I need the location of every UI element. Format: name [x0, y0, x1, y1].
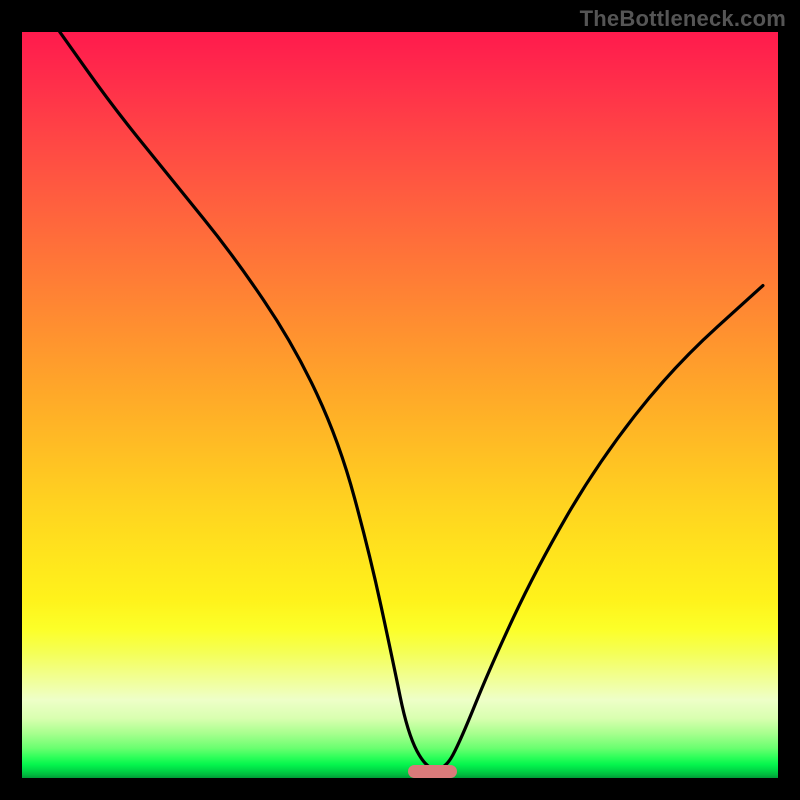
bottleneck-curve — [60, 32, 763, 769]
optimum-marker — [408, 765, 457, 778]
chart-frame: TheBottleneck.com — [0, 0, 800, 800]
watermark-text: TheBottleneck.com — [580, 6, 786, 32]
curve-layer — [22, 32, 778, 778]
plot-area — [22, 32, 778, 778]
